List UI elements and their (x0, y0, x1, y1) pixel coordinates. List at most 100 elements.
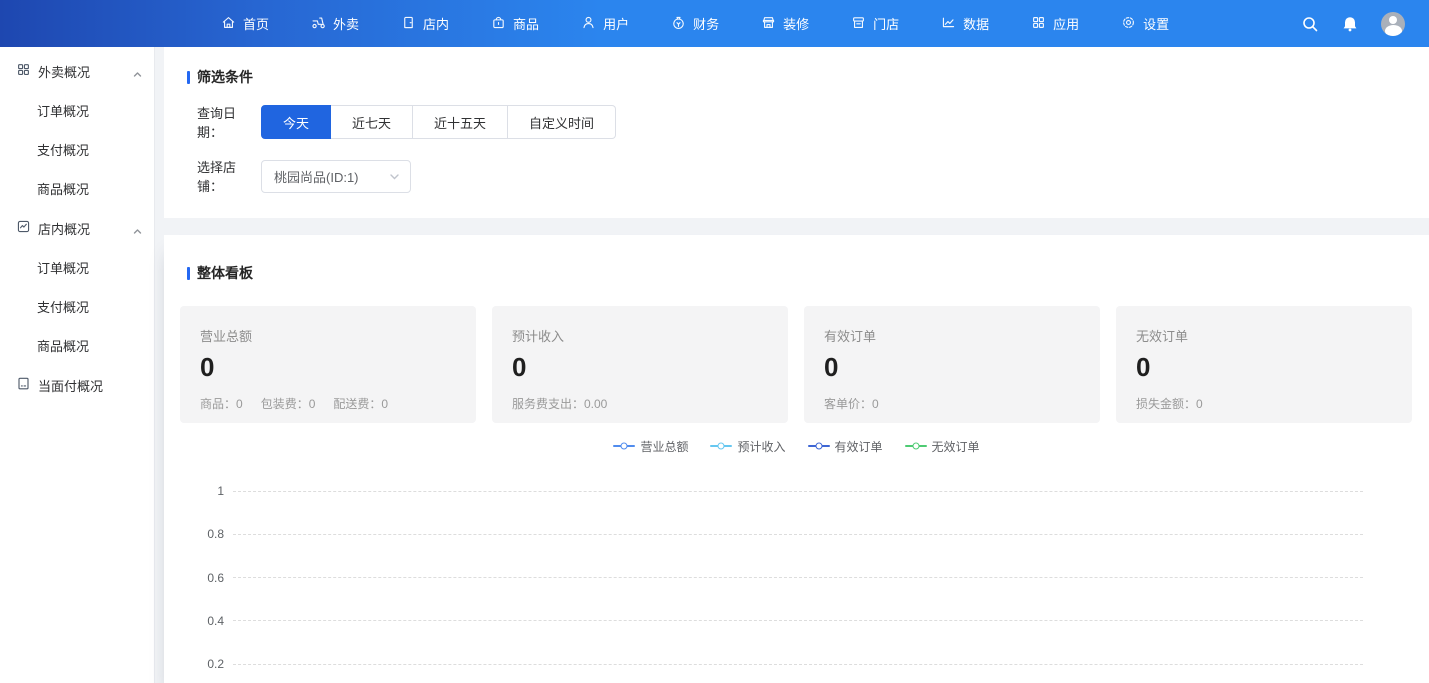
chart-gridline-row: 0.2 (164, 657, 1429, 671)
sidebar-item-label: 订单概况 (37, 258, 89, 277)
stat-card-details: 客单价：0 (824, 395, 1080, 412)
nav-item-label: 数据 (963, 14, 989, 33)
section-title-bar (187, 267, 190, 280)
date-option-button[interactable]: 近七天 (331, 105, 413, 139)
chevron-down-icon (389, 171, 400, 182)
bell-icon[interactable] (1341, 15, 1359, 33)
gridline (233, 577, 1363, 578)
date-option-button[interactable]: 近十五天 (413, 105, 508, 139)
search-icon[interactable] (1301, 15, 1319, 33)
gear-icon (1121, 15, 1136, 33)
nav-item-1[interactable]: 首页 (200, 0, 290, 47)
legend-item[interactable]: 有效订单 (808, 438, 883, 455)
nav-item-4[interactable]: 商品 (470, 0, 560, 47)
nav-item-7[interactable]: 装修 (740, 0, 830, 47)
stat-detail: 商品：0 (200, 395, 243, 412)
chart-gridline-row: 0.8 (164, 527, 1429, 541)
stat-card-value: 0 (512, 352, 768, 383)
sidebar-item[interactable]: 支付概况 (0, 287, 154, 326)
bag-icon (491, 15, 506, 33)
stat-card: 预计收入0服务费支出：0.00 (492, 306, 788, 423)
legend-item[interactable]: 预计收入 (710, 438, 785, 455)
sidebar-group-1[interactable]: 外卖概况 (0, 51, 154, 91)
stat-card-value: 0 (824, 352, 1080, 383)
legend-marker-icon (808, 445, 830, 447)
gridline (233, 534, 1363, 535)
stat-card-details: 损失金额：0 (1136, 395, 1392, 412)
sidebar-item-label: 商品概况 (37, 336, 89, 355)
sidebar-item[interactable]: 订单概况 (0, 91, 154, 130)
top-nav-menu: 首页 外卖 店内 商品 用户 财务 装修 门店 数据 应用 设置 (200, 0, 1190, 47)
nav-item-label: 财务 (693, 14, 719, 33)
sidebar-menu: 外卖概况订单概况支付概况商品概况店内概况订单概况支付概况商品概况当面付概况 (0, 47, 155, 683)
chart-gridline-row: 1 (164, 484, 1429, 498)
storefront-icon (761, 15, 776, 33)
chart-gridline-row: 0.4 (164, 614, 1429, 628)
nav-item-label: 用户 (603, 14, 629, 33)
door-icon (401, 15, 416, 33)
nav-item-8[interactable]: 门店 (830, 0, 920, 47)
stat-detail: 客单价：0 (824, 395, 879, 412)
stat-card-value: 0 (1136, 352, 1392, 383)
stat-detail: 服务费支出：0.00 (512, 395, 607, 412)
legend-label: 预计收入 (737, 438, 785, 455)
nav-item-label: 应用 (1053, 14, 1079, 33)
store-select[interactable]: 桃园尚品(ID:1) (261, 160, 411, 193)
nav-item-label: 店内 (423, 14, 449, 33)
legend-item[interactable]: 无效订单 (905, 438, 980, 455)
legend-item[interactable]: 营业总额 (613, 438, 688, 455)
stat-card-value: 0 (200, 352, 456, 383)
stat-detail: 损失金额：0 (1136, 395, 1203, 412)
sidebar-group-3[interactable]: 当面付概况 (0, 365, 154, 405)
receipt-icon (16, 376, 38, 394)
stat-card-details: 服务费支出：0.00 (512, 395, 768, 412)
shop-icon (851, 15, 866, 33)
nav-item-2[interactable]: 外卖 (290, 0, 380, 47)
board-section-title: 整体看板 (187, 235, 1429, 283)
scooter-icon (311, 15, 326, 33)
chart-gridline-row: 0.6 (164, 571, 1429, 585)
stat-card-title: 有效订单 (824, 326, 1080, 345)
user-avatar[interactable] (1381, 12, 1405, 36)
date-option-button[interactable]: 今天 (261, 105, 331, 139)
stat-card-title: 无效订单 (1136, 326, 1392, 345)
gridline (233, 491, 1363, 492)
nav-item-6[interactable]: 财务 (650, 0, 740, 47)
nav-item-5[interactable]: 用户 (560, 0, 650, 47)
store-filter-row: 选择店铺： 桃园尚品(ID:1) (197, 157, 1429, 195)
sidebar-item-label: 支付概况 (37, 140, 89, 159)
chevron-up-icon (133, 224, 142, 233)
user-icon (581, 15, 596, 33)
sidebar-item-label: 支付概况 (37, 297, 89, 316)
gridline (233, 620, 1363, 621)
sidebar-item[interactable]: 订单概况 (0, 248, 154, 287)
legend-label: 有效订单 (835, 438, 883, 455)
y-axis-tick-label: 0.4 (164, 614, 224, 628)
nav-item-3[interactable]: 店内 (380, 0, 470, 47)
gridline (233, 664, 1363, 665)
stat-detail: 包装费：0 (261, 395, 316, 412)
y-axis-tick-label: 1 (164, 484, 224, 498)
nav-item-9[interactable]: 数据 (920, 0, 1010, 47)
sidebar-item[interactable]: 商品概况 (0, 169, 154, 208)
y-axis-tick-label: 0.6 (164, 571, 224, 585)
sidebar-group-2[interactable]: 店内概况 (0, 208, 154, 248)
topbar-right-tools (1301, 0, 1405, 47)
nav-item-11[interactable]: 设置 (1100, 0, 1190, 47)
home-icon (221, 15, 236, 33)
sidebar-item[interactable]: 支付概况 (0, 130, 154, 169)
date-option-button[interactable]: 自定义时间 (508, 105, 616, 139)
store-select-value: 桃园尚品(ID:1) (274, 167, 389, 186)
chart-line-icon (941, 15, 956, 33)
stat-card-row: 营业总额0商品：0包装费：0配送费：0预计收入0服务费支出：0.00有效订单0客… (180, 306, 1413, 423)
stat-detail: 配送费：0 (333, 395, 388, 412)
nav-item-label: 装修 (783, 14, 809, 33)
legend-label: 营业总额 (640, 438, 688, 455)
nav-item-label: 外卖 (333, 14, 359, 33)
filter-panel: 筛选条件 查询日期： 今天近七天近十五天自定义时间 选择店铺： 桃园尚品(ID:… (164, 47, 1429, 218)
sidebar-item[interactable]: 商品概况 (0, 326, 154, 365)
nav-item-10[interactable]: 应用 (1010, 0, 1100, 47)
overview-line-chart: 1 0.8 0.6 0.4 0.2 (164, 468, 1429, 683)
store-filter-label: 选择店铺： (197, 157, 261, 195)
stat-card-title: 营业总额 (200, 326, 456, 345)
